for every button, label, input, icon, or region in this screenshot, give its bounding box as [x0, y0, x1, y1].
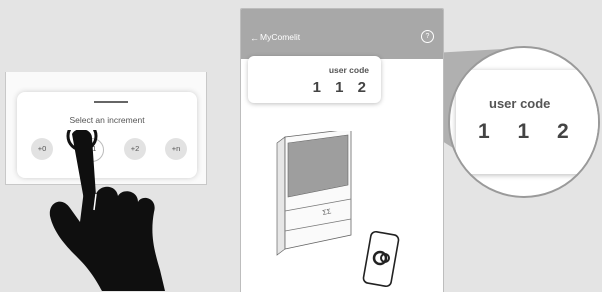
phone-screen: ← MyComelit ? user code 1 1 2 ΣΣ: [240, 8, 444, 292]
app-header: ← MyComelit ?: [241, 9, 443, 59]
user-code-label: user code: [328, 65, 369, 75]
user-code-value: 1 1 2: [312, 79, 371, 96]
zoom-callout: user code 1 1 2: [448, 46, 600, 198]
drag-handle[interactable]: [94, 101, 128, 103]
smartphone-icon: [362, 230, 400, 288]
zoom-user-code-label: user code: [489, 96, 551, 111]
help-icon[interactable]: ?: [421, 30, 434, 43]
increment-title: Select an increment: [69, 115, 145, 125]
back-arrow-icon[interactable]: ←: [250, 33, 259, 43]
app-title: MyComelit: [260, 32, 301, 42]
zoom-code-card: user code 1 1 2: [456, 70, 598, 174]
user-code-card: user code 1 1 2: [248, 56, 381, 103]
door-entry-device-illustration: ΣΣ: [276, 131, 400, 288]
zoom-user-code-value: 1 1 2: [478, 120, 580, 143]
tapping-hand-icon: [49, 130, 165, 291]
